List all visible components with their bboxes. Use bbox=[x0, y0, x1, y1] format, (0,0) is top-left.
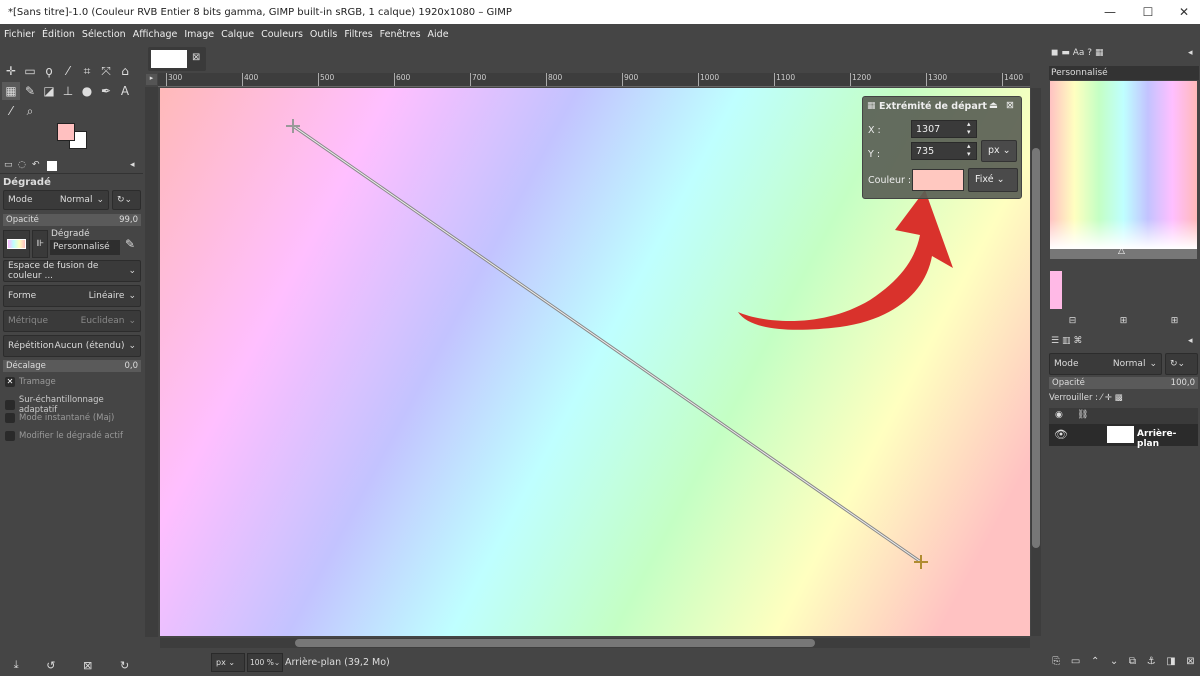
zoom-fit-icon[interactable]: ⊞ bbox=[1171, 316, 1179, 326]
zoom-in-icon[interactable]: ⊞ bbox=[1120, 316, 1128, 326]
status-bar: px ⌄ 100 %⌄ Arrière-plan (39,2 Mo) bbox=[145, 650, 1045, 676]
mask-icon[interactable]: ◨ bbox=[1166, 656, 1175, 667]
color-mode-select[interactable]: Fixé ⌄ bbox=[968, 168, 1018, 192]
new-layer-icon[interactable]: ⎘ bbox=[1052, 656, 1060, 667]
channels-tab-icon[interactable]: ▥ bbox=[1062, 336, 1071, 346]
x-label: X : bbox=[868, 125, 881, 136]
gradient-name: Personnalisé bbox=[1049, 66, 1199, 80]
layer-composite-select[interactable]: ↻⌄ bbox=[1165, 353, 1198, 375]
layer-mode-select[interactable]: Mode Normal ⌄ bbox=[1049, 353, 1162, 375]
layers-tabs: ☰ ▥ ⌘ bbox=[1051, 336, 1082, 346]
layer-name[interactable]: Arrière-plan bbox=[1137, 429, 1198, 449]
scroll-thumb[interactable] bbox=[295, 639, 815, 647]
lock-row: Verrouiller : ⁄ ✛ ▩ bbox=[1049, 393, 1123, 403]
vertical-scrollbar[interactable] bbox=[1031, 88, 1041, 636]
y-label: Y : bbox=[868, 149, 881, 160]
x-spinner-icon[interactable]: ▴ ▾ bbox=[967, 120, 971, 136]
brushes-tab-icon[interactable]: ◼ bbox=[1051, 48, 1058, 58]
layer-row[interactable]: 👁 Arrière-plan bbox=[1049, 424, 1198, 449]
visibility-header-icon: ◉ bbox=[1055, 410, 1063, 420]
dialog-title: Extrémité de départ bbox=[879, 101, 987, 112]
zoom-select[interactable]: 100 %⌄ bbox=[247, 653, 283, 672]
gradient-panel-footer: ⊟ ⊞ ⊞ bbox=[1047, 316, 1200, 326]
status-info: Arrière-plan (39,2 Mo) bbox=[285, 657, 390, 668]
layer-opacity-slider[interactable]: Opacité 100,0 bbox=[1049, 377, 1198, 389]
close-dialog-icon[interactable]: ⊠ bbox=[1006, 100, 1014, 111]
delete-layer-icon[interactable]: ⊠ bbox=[1186, 656, 1194, 667]
y-spinner-icon[interactable]: ▴ ▾ bbox=[967, 142, 971, 158]
unit-value: px bbox=[988, 145, 1000, 156]
swap-icon: ↻⌄ bbox=[1170, 359, 1186, 369]
patterns-tab-icon[interactable]: ▬ bbox=[1061, 48, 1070, 58]
gradient-line-inner bbox=[292, 125, 922, 563]
layers-header: ◉ ⛓ bbox=[1049, 408, 1198, 424]
lock-position-icon[interactable]: ✛ bbox=[1105, 393, 1112, 403]
endpoint-color-button[interactable] bbox=[912, 169, 964, 191]
zoom-out-icon[interactable]: ⊟ bbox=[1069, 316, 1077, 326]
mode-value: Normal bbox=[1112, 359, 1146, 369]
scroll-thumb[interactable] bbox=[1032, 148, 1040, 548]
chain-header-icon: ⛓ bbox=[1077, 410, 1089, 420]
lock-pixels-icon[interactable]: ⁄ bbox=[1101, 393, 1102, 403]
eye-icon[interactable]: 👁 bbox=[1054, 428, 1068, 441]
dock-tabs: ◼ ▬ Aa ? ▦ bbox=[1051, 48, 1103, 58]
gradient-swatch[interactable] bbox=[1050, 271, 1062, 309]
detach-icon[interactable]: ⏏ bbox=[989, 100, 998, 111]
horizontal-scrollbar[interactable] bbox=[160, 638, 1030, 648]
fonts-tab-icon[interactable]: Aa bbox=[1073, 48, 1085, 58]
color-mode-value: Fixé bbox=[975, 174, 994, 185]
lock-alpha-icon[interactable]: ▩ bbox=[1115, 393, 1123, 403]
unit-value: px bbox=[216, 658, 226, 667]
mode-label: Mode bbox=[1054, 359, 1079, 369]
anchor-layer-icon[interactable]: ⚓ bbox=[1147, 656, 1156, 667]
panel-menu-icon[interactable]: ◂ bbox=[1188, 48, 1193, 58]
gradient-editor-preview[interactable] bbox=[1050, 81, 1197, 249]
lock-label: Verrouiller : bbox=[1049, 393, 1098, 403]
new-group-icon[interactable]: ▭ bbox=[1071, 656, 1080, 667]
panel-menu-icon[interactable]: ◂ bbox=[1188, 336, 1193, 346]
unit-select[interactable]: px ⌄ bbox=[981, 140, 1017, 162]
raise-layer-icon[interactable]: ⌃ bbox=[1091, 656, 1099, 667]
stop-handle-icon[interactable]: △ bbox=[1118, 246, 1125, 256]
duplicate-layer-icon[interactable]: ⧉ bbox=[1129, 656, 1136, 667]
gradient-stop-slider[interactable]: △ bbox=[1050, 246, 1197, 259]
lower-layer-icon[interactable]: ⌄ bbox=[1110, 656, 1118, 667]
layers-footer: ⎘ ▭ ⌃ ⌄ ⧉ ⚓ ◨ ⊠ bbox=[1047, 656, 1200, 667]
right-dock: ◼ ▬ Aa ? ▦ ◂ Personnalisé △ ⊟ ⊞ ⊞ ☰ ▥ ⌘ ◂ … bbox=[1047, 44, 1200, 676]
opacity-label: Opacité bbox=[1052, 378, 1085, 388]
red-arrow-annotation bbox=[738, 190, 953, 330]
gradients-tab-icon[interactable]: ▦ bbox=[1095, 48, 1104, 58]
color-label: Couleur : bbox=[868, 175, 912, 186]
zoom-value: 100 % bbox=[250, 658, 274, 667]
unit-select[interactable]: px ⌄ bbox=[211, 653, 245, 672]
opacity-value: 100,0 bbox=[1170, 378, 1195, 388]
gradient-icon: ▦ bbox=[867, 101, 876, 111]
paths-tab-icon[interactable]: ⌘ bbox=[1073, 336, 1082, 346]
layer-thumbnail bbox=[1107, 426, 1134, 443]
start-endpoint-dialog: ▦ Extrémité de départ ⏏ ⊠ X : 1307 ▴ ▾ Y … bbox=[862, 96, 1022, 199]
help-tab-icon[interactable]: ? bbox=[1087, 48, 1092, 58]
chevron-down-icon: ⌄ bbox=[1149, 359, 1157, 369]
layers-tab-icon[interactable]: ☰ bbox=[1051, 336, 1059, 346]
